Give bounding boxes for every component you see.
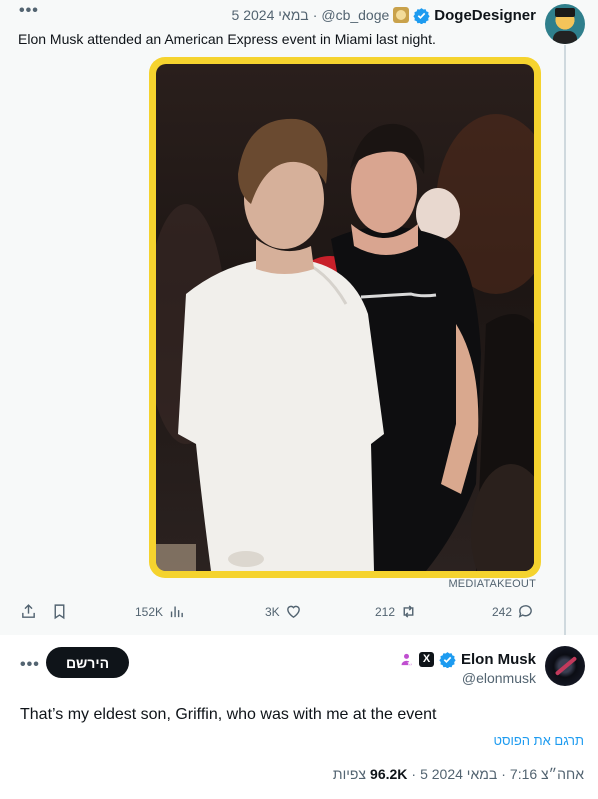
tweet-date[interactable]: 5 במאי 2024 [232,7,309,23]
views-label: צפיות [332,766,367,782]
share-icon [22,604,35,618]
tweet-image-frame[interactable] [149,57,541,578]
author-name[interactable]: Elon Musk [461,651,536,668]
main-tweet[interactable]: ••• הירשם Elon Musk X @elonmusk That’s m… [0,635,598,799]
separator-dot: · [501,766,506,782]
main-tweet-header: Elon Musk X [399,649,536,669]
views-count: 96.2K [370,766,408,782]
repost-button[interactable]: 212 [375,603,417,620]
reply-icon [518,605,532,618]
tweet-date[interactable]: 5 במאי 2024 [420,766,497,782]
views-count: 152K [135,604,164,619]
affiliate-icon [401,653,412,665]
image-credit: MEDIATAKEOUT [448,578,536,590]
author-handle[interactable]: @cb_doge [321,7,389,23]
tweet-footer-meta: 7:16 אחה״צ · 5 במאי 2024 · 96.2K צפיות [333,766,584,782]
tweet-photo[interactable] [156,64,534,571]
tweet-time[interactable]: 7:16 אחה״צ [510,766,584,782]
verified-badge-icon [413,7,430,24]
x-badge-icon[interactable]: X [418,651,434,667]
views-icon [170,606,183,618]
views-button[interactable]: 152K [135,603,185,620]
repost-icon [403,605,414,618]
photo-illustration [156,114,534,571]
main-tweet-text: That’s my eldest son, Griffin, who was w… [20,706,437,723]
bookmark-button[interactable] [51,603,68,620]
thread-connector-line [564,45,566,642]
like-button[interactable]: 3K [265,603,302,620]
elon-musk-avatar[interactable] [545,646,585,686]
separator-dot: · [312,7,318,23]
tweet-actions-bar: 152K 3K 212 242 [0,603,598,625]
translate-post-link[interactable]: תרגם את הפוסט [493,733,584,748]
doge-designer-avatar[interactable] [545,4,585,44]
verified-badge-icon [439,651,456,668]
avatar-hat-shape [555,8,575,17]
like-count: 3K [265,604,280,619]
parent-tweet[interactable]: ••• DogeDesigner @cb_doge · 5 במאי 2024 … [0,0,598,642]
author-handle[interactable]: @elonmusk [462,670,536,686]
affiliate-emoji-icon [393,7,410,23]
reply-count: 242 [492,604,513,619]
more-options-icon[interactable]: ••• [19,3,39,19]
share-button[interactable] [20,603,37,620]
separator-dot: · [411,766,417,782]
bookmark-icon [54,604,65,620]
author-name[interactable]: DogeDesigner [434,7,536,24]
avatar-body-shape [553,31,577,44]
like-icon [286,605,300,619]
more-options-icon[interactable]: ••• [20,657,40,673]
reply-button[interactable]: 242 [492,603,534,620]
parent-tweet-text: Elon Musk attended an American Express e… [18,31,436,47]
repost-count: 212 [375,604,396,619]
subscribe-button[interactable]: הירשם [46,647,129,678]
parent-tweet-header: DogeDesigner @cb_doge · 5 במאי 2024 [232,5,536,25]
